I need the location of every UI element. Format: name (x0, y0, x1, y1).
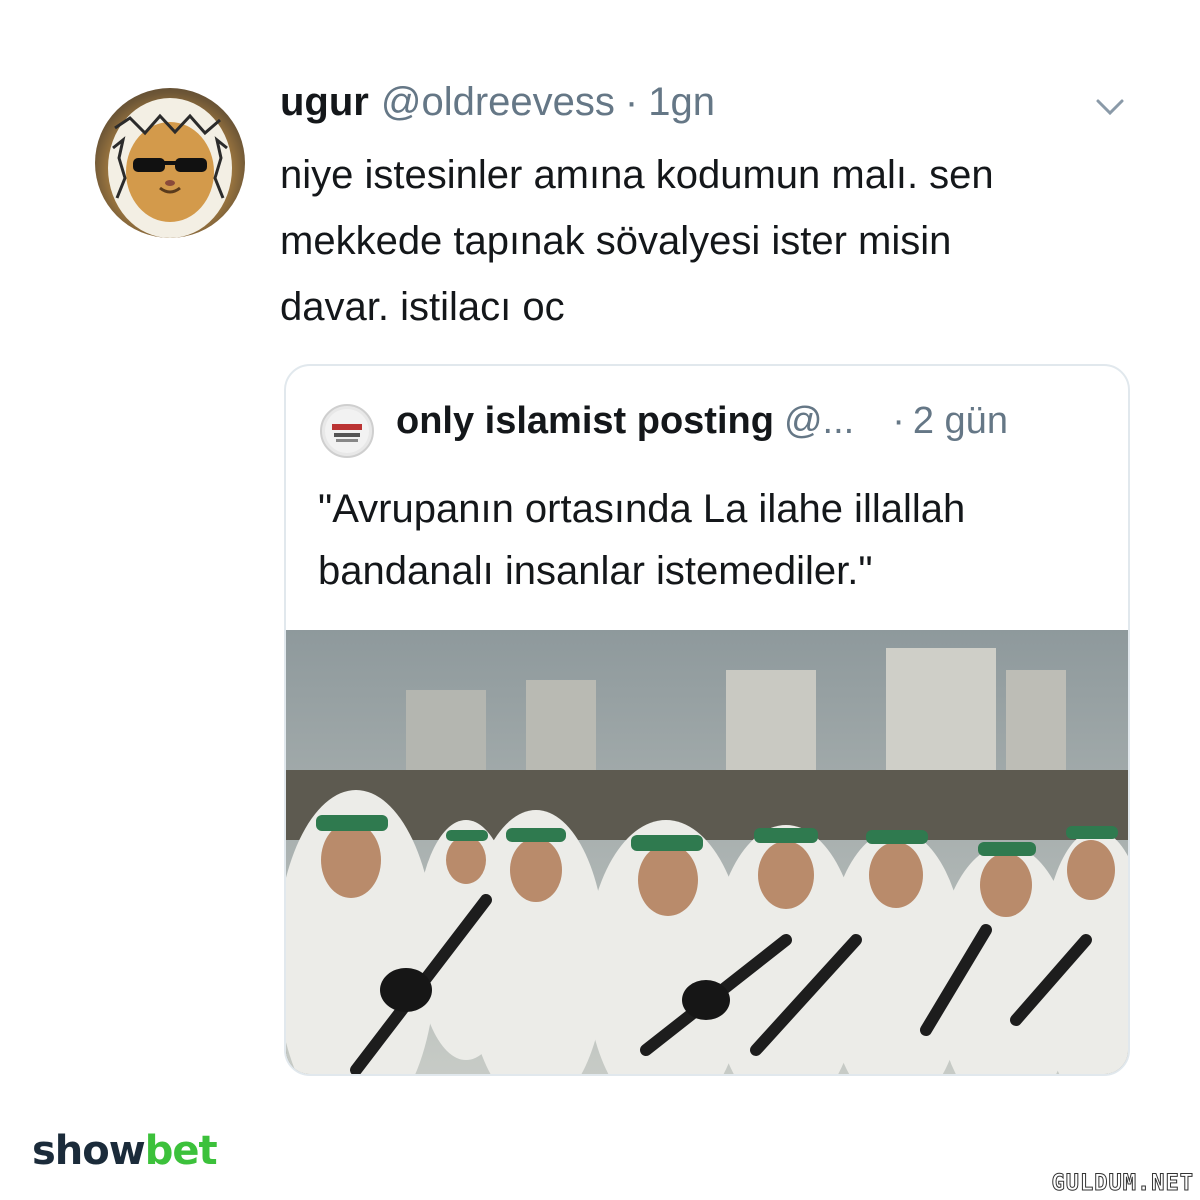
chevron-down-icon (1096, 99, 1124, 116)
tweet: ugur @oldreevess · 1gn niye istesinler a… (0, 0, 1200, 1200)
brand-part-show: show (32, 1128, 146, 1174)
quoted-tweet-header: only islamist posting @... · 2 gün (396, 400, 1096, 456)
tweet-menu-button[interactable] (1090, 92, 1130, 122)
separator-dot: · (892, 400, 905, 442)
username[interactable]: ugur (280, 80, 369, 125)
watermark: GULDUM.NET (1051, 1171, 1194, 1197)
showbet-logo: showbet (32, 1128, 218, 1174)
quoted-username[interactable]: only islamist posting (396, 400, 774, 443)
quoted-handle[interactable]: @... (784, 400, 854, 443)
brand-part-bet: bet (144, 1128, 218, 1174)
quoted-tweet-photo[interactable] (286, 630, 1128, 1074)
tweet-header: ugur @oldreevess · 1gn (280, 80, 715, 136)
quoted-tweet-text: "Avrupanın ortasında La ilahe illallah b… (318, 487, 966, 593)
quoted-tweet-card[interactable]: only islamist posting @... · 2 gün "Avru… (284, 364, 1130, 1076)
soldiers-photo-image (286, 630, 1128, 1074)
user-handle[interactable]: @oldreevess (381, 80, 615, 125)
tweet-timestamp[interactable]: 1gn (648, 80, 715, 125)
quoted-timestamp[interactable]: 2 gün (913, 400, 1008, 443)
separator-dot: · (624, 80, 639, 124)
quoted-user-avatar[interactable] (320, 404, 374, 458)
user-avatar[interactable] (95, 88, 245, 238)
logo-avatar-icon (325, 409, 369, 453)
cat-avatar-icon (108, 98, 232, 238)
tweet-text: niye istesinler amına kodumun malı. sen … (280, 153, 994, 329)
